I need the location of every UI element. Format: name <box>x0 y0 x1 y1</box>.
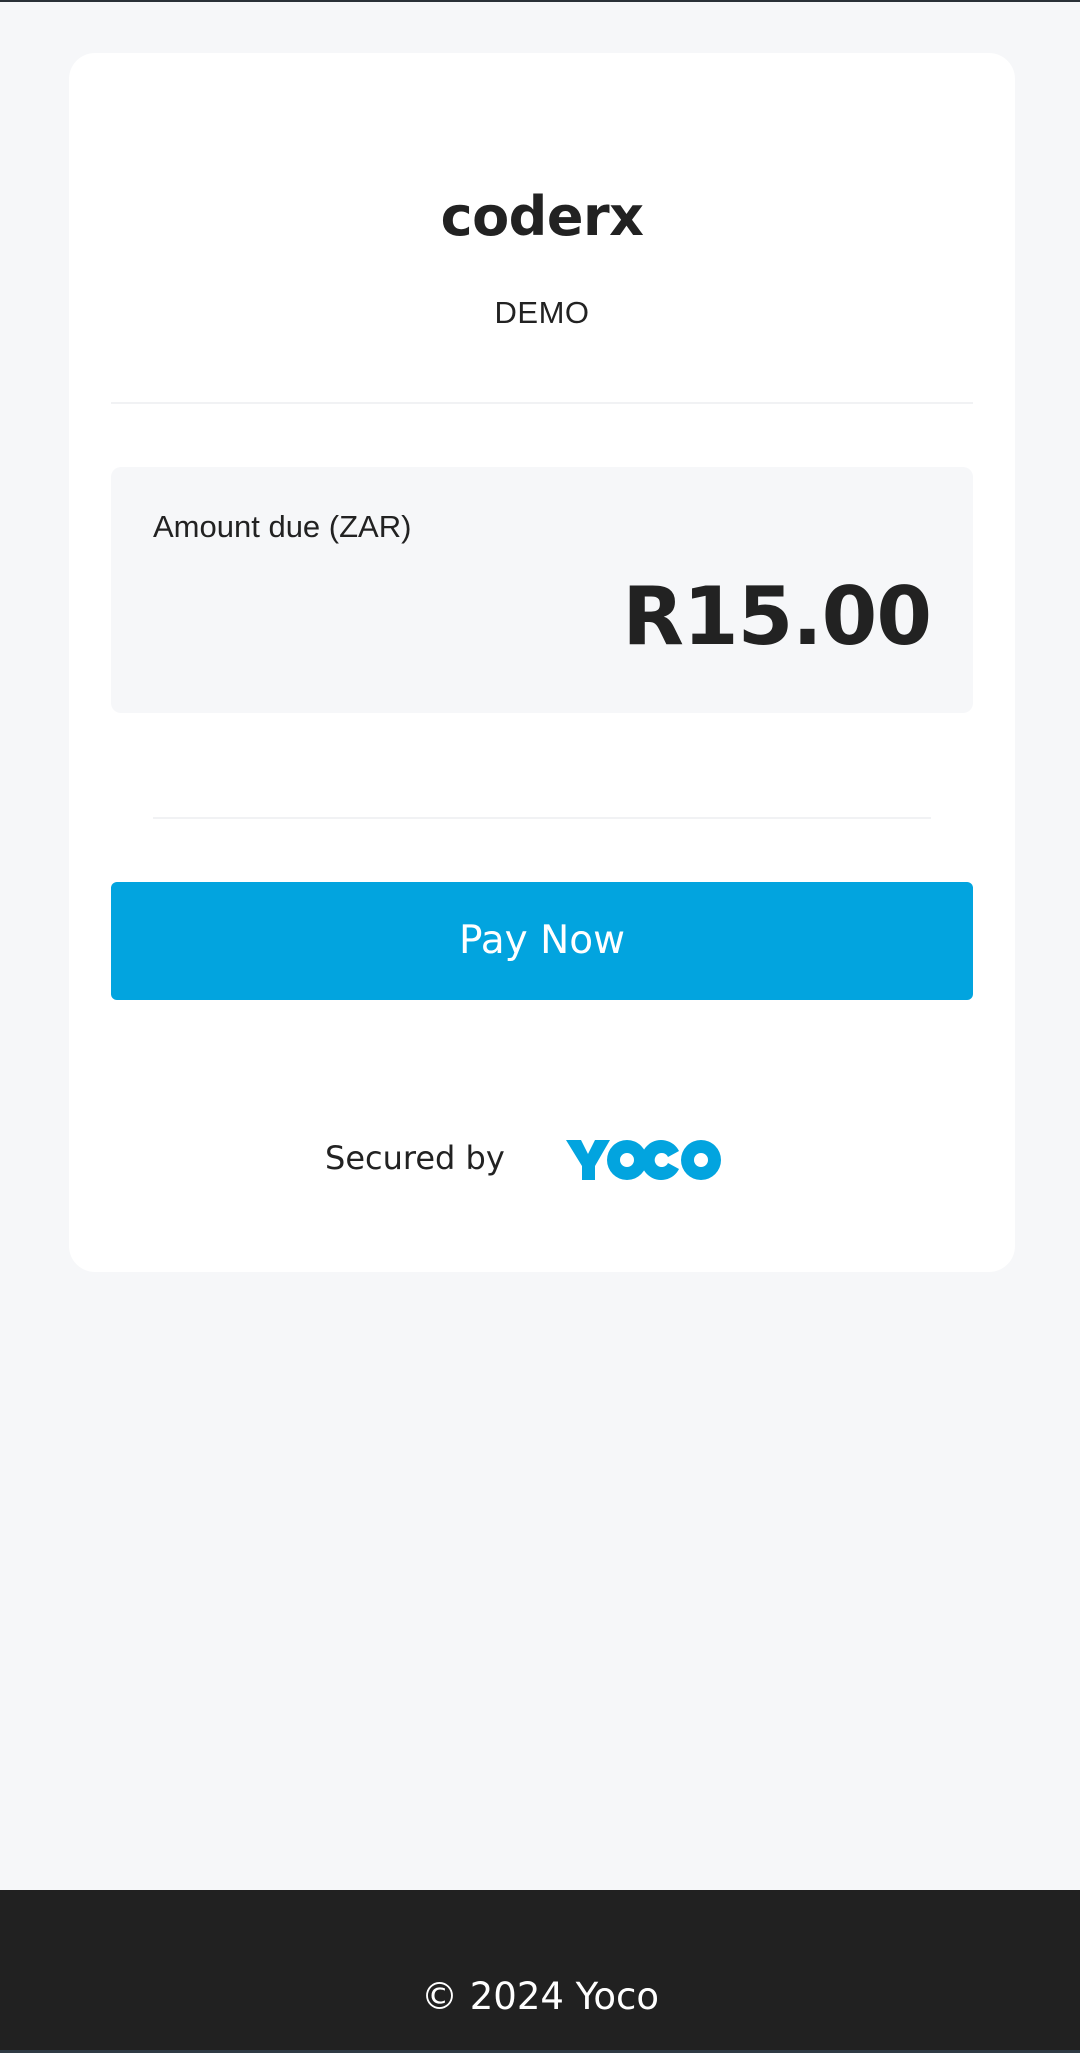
pay-now-button[interactable]: Pay Now <box>111 882 973 1000</box>
copyright-text: © 2024 Yoco <box>421 1975 659 2018</box>
merchant-name: coderx <box>440 185 644 248</box>
merchant-mode-label: DEMO <box>494 295 590 330</box>
amount-due-label: Amount due (ZAR) <box>153 509 412 544</box>
payment-card: coderx DEMO Amount due (ZAR) R15.00 Pay … <box>69 53 1015 1272</box>
yoco-logo-icon <box>566 1140 721 1180</box>
amount-due-panel: Amount due (ZAR) R15.00 <box>111 467 973 713</box>
secured-by-row: Secured by <box>69 1136 1015 1186</box>
page-footer: © 2024 Yoco <box>0 1890 1080 2053</box>
amount-due-value: R15.00 <box>622 570 932 663</box>
secured-by-label: Secured by <box>325 1139 505 1177</box>
header-divider <box>111 402 973 404</box>
section-divider <box>153 817 931 819</box>
top-edge-line <box>0 0 1080 2</box>
